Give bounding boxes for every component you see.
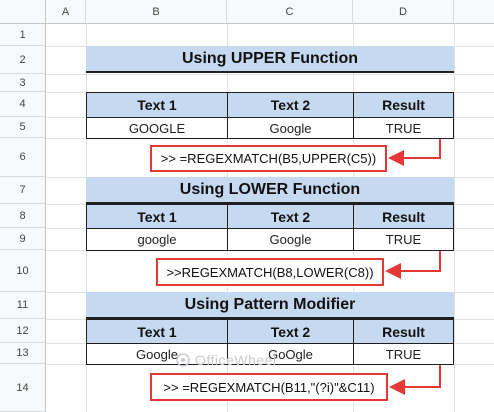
arrow-lower xyxy=(385,251,441,279)
arrow-upper xyxy=(388,139,441,166)
arrow-pattern xyxy=(389,365,441,395)
callout-arrows xyxy=(385,139,441,395)
